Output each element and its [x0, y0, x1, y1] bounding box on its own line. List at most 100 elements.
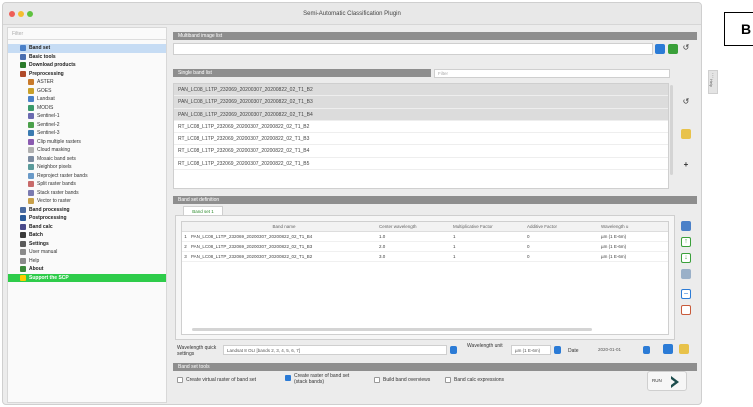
list-item[interactable]: RT_LC08_L1TP_232069_20200307_20200822_02… [174, 145, 668, 158]
list-item[interactable]: PAN_LC08_L1TP_232069_20200307_20200822_0… [174, 108, 668, 121]
plus-icon[interactable]: + [681, 160, 691, 170]
sidebar-item[interactable]: Batch [8, 231, 166, 240]
list-item[interactable]: RT_LC08_L1TP_232069_20200307_20200822_02… [174, 121, 668, 134]
band-set-tools-header: Band set tools [173, 363, 697, 371]
reset-icon[interactable] [681, 305, 691, 315]
multiband-add-icon[interactable] [668, 44, 678, 54]
sidebar-item[interactable]: Settings [8, 240, 166, 249]
sidebar-item[interactable]: Band set [8, 44, 166, 53]
sidebar-item[interactable]: Download products [8, 61, 166, 70]
band-calc-expressions-checkbox[interactable] [445, 377, 451, 383]
list-item[interactable]: PAN_LC08_L1TP_232069_20200307_20200822_0… [174, 84, 668, 97]
cell-band-name[interactable]: PAN_LC08_L1TP_232069_20200307_20200822_0… [189, 242, 377, 251]
sidebar-item[interactable]: Clip multiple rasters [8, 138, 166, 147]
row-index[interactable]: 2 [182, 242, 189, 251]
sidebar-item-label: Landsat [37, 96, 55, 102]
row-index[interactable]: 3 [182, 252, 189, 261]
sidebar-item[interactable]: Split raster bands [8, 180, 166, 189]
sidebar-item-icon [20, 232, 26, 239]
cell-additive-factor[interactable]: 0 [525, 252, 599, 261]
help-dock-tab[interactable]: ⋮ Help [708, 70, 718, 94]
cell-center-wavelength[interactable]: 2.0 [377, 242, 451, 251]
sidebar-item-label: ASTER [37, 79, 54, 85]
cell-wavelength-unit[interactable]: µm (1 E-6m) [599, 232, 653, 241]
sidebar-item[interactable]: Neighbor pixels [8, 163, 166, 172]
table-h-scrollbar[interactable] [192, 328, 592, 331]
sidebar-item[interactable]: Mosaic band sets [8, 155, 166, 164]
cell-center-wavelength[interactable]: 3.0 [377, 252, 451, 261]
sidebar-item[interactable]: Support the SCP [8, 273, 166, 282]
sidebar-item[interactable]: Vector to raster [8, 197, 166, 206]
single-band-filter-input[interactable]: Filter [434, 69, 670, 78]
col-wavelength-unit[interactable]: Wavelength u [599, 222, 653, 231]
multiband-list[interactable] [173, 43, 653, 55]
sidebar-item[interactable]: Landsat [8, 95, 166, 104]
move-up-icon[interactable]: ↑ [681, 237, 691, 247]
cell-center-wavelength[interactable]: 1.0 [377, 232, 451, 241]
sidebar-item[interactable]: Sentinel-2 [8, 121, 166, 130]
sidebar-item-label: Sentinel-1 [37, 113, 60, 119]
date-input[interactable]: 2020-01-01 [595, 345, 639, 355]
multiband-refresh-icon[interactable]: ↺ [681, 43, 691, 53]
wavelength-quick-select[interactable]: Landsat 8 OLI [bands 2, 3, 4, 5, 6, 7] [223, 345, 447, 355]
row-index[interactable]: 1 [182, 232, 189, 241]
sidebar-item[interactable]: MODIS [8, 104, 166, 113]
build-overviews-checkbox[interactable] [374, 377, 380, 383]
cell-additive-factor[interactable]: 0 [525, 242, 599, 251]
sidebar-item[interactable]: Reproject raster bands [8, 172, 166, 181]
table-row[interactable]: 1 PAN_LC08_L1TP_232069_20200307_20200822_… [182, 232, 668, 242]
col-multiplicative-factor[interactable]: Multiplicative Factor [451, 222, 525, 231]
list-item[interactable]: PAN_LC08_L1TP_232069_20200307_20200822_0… [174, 96, 668, 109]
cell-multiplicative-factor[interactable]: 1 [451, 242, 525, 251]
tab-band-set-1[interactable]: Band set 1 [183, 206, 223, 215]
multiband-select-icon[interactable] [655, 44, 665, 54]
sidebar-item[interactable]: Cloud masking [8, 146, 166, 155]
sidebar-item-label: Basic tools [29, 53, 56, 60]
sidebar-item[interactable]: Stack raster bands [8, 189, 166, 198]
cell-wavelength-unit[interactable]: µm (1 E-6m) [599, 242, 653, 251]
single-band-refresh-icon[interactable]: ↺ [681, 97, 691, 107]
add-to-band-set-icon[interactable] [681, 129, 691, 139]
cell-multiplicative-factor[interactable]: 1 [451, 232, 525, 241]
list-item[interactable]: RT_LC08_L1TP_232069_20200307_20200822_02… [174, 158, 668, 171]
remove-band-icon[interactable]: − [681, 289, 691, 299]
wavelength-quick-spinner-icon[interactable] [450, 346, 457, 354]
import-file-icon[interactable] [679, 344, 689, 354]
col-additive-factor[interactable]: Additive Factor [525, 222, 599, 231]
cell-wavelength-unit[interactable]: µm (1 E-6m) [599, 252, 653, 261]
cell-multiplicative-factor[interactable]: 1 [451, 252, 525, 261]
sidebar-item[interactable]: About [8, 265, 166, 274]
col-center-wavelength[interactable]: Center wavelength [377, 222, 451, 231]
table-row[interactable]: 2 PAN_LC08_L1TP_232069_20200307_20200822_… [182, 242, 668, 252]
create-raster-checkbox[interactable] [285, 375, 291, 381]
list-item[interactable]: RT_LC08_L1TP_232069_20200307_20200822_02… [174, 133, 668, 146]
cell-band-name[interactable]: PAN_LC08_L1TP_232069_20200307_20200822_0… [189, 252, 377, 261]
sidebar-item[interactable]: Basic tools [8, 53, 166, 62]
cell-band-name[interactable]: PAN_LC08_L1TP_232069_20200307_20200822_0… [189, 232, 377, 241]
sidebar-item[interactable]: Sentinel-3 [8, 129, 166, 138]
sidebar-item[interactable]: Preprocessing [8, 70, 166, 79]
wavelength-unit-select[interactable]: µm (1 E-6m) [511, 345, 551, 355]
create-virtual-raster-checkbox[interactable] [177, 377, 183, 383]
sidebar-item[interactable]: ASTER [8, 78, 166, 87]
move-down-icon[interactable]: ↓ [681, 253, 691, 263]
single-band-scrollbar[interactable] [670, 85, 673, 175]
export-band-set-icon[interactable] [663, 344, 673, 354]
sort-icon[interactable] [681, 269, 691, 279]
table-row[interactable]: 3 PAN_LC08_L1TP_232069_20200307_20200822_… [182, 252, 668, 262]
sidebar-item[interactable]: Band calc [8, 223, 166, 232]
sidebar-item[interactable]: Sentinel-1 [8, 112, 166, 121]
col-band-name[interactable]: Band name [189, 222, 377, 231]
sidebar-item[interactable]: Band processing [8, 206, 166, 215]
sidebar-filter-input[interactable]: Filter [8, 28, 166, 40]
sidebar-item[interactable]: Help [8, 257, 166, 266]
run-button[interactable]: RUN [647, 371, 687, 391]
import-band-set-icon[interactable] [681, 221, 691, 231]
wavelength-unit-spinner-icon[interactable] [554, 346, 561, 354]
sidebar-item[interactable]: GOES [8, 87, 166, 96]
sidebar-item-icon [20, 53, 26, 60]
date-picker-icon[interactable] [643, 346, 650, 354]
sidebar-item[interactable]: User manual [8, 248, 166, 257]
sidebar-item[interactable]: Postprocessing [8, 214, 166, 223]
cell-additive-factor[interactable]: 0 [525, 232, 599, 241]
